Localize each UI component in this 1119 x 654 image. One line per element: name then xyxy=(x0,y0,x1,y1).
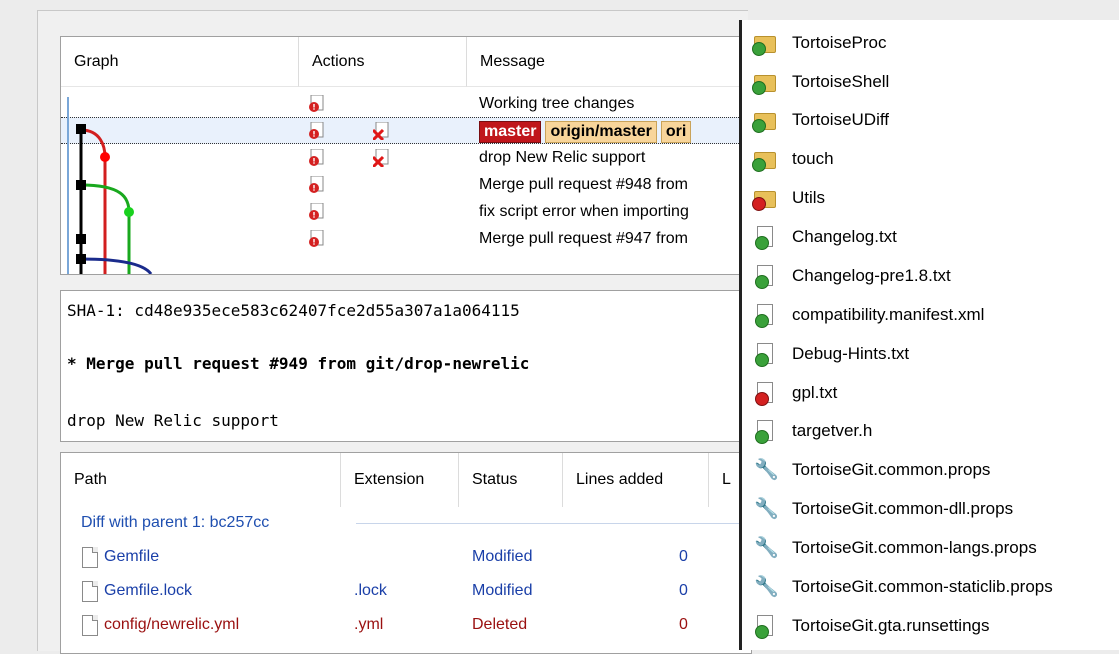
file-ok-icon xyxy=(755,304,773,328)
modified-file-icon xyxy=(309,203,324,220)
file-row[interactable]: Gemfile.lock .lock Modified 0 xyxy=(61,574,751,608)
file-modified-icon xyxy=(755,382,773,406)
file-extension: .lock xyxy=(354,582,387,599)
explorer-item-name: gpl.txt xyxy=(792,383,838,402)
explorer-item-name: TortoiseUDiff xyxy=(792,110,889,129)
explorer-item-name: targetver.h xyxy=(792,421,873,440)
log-message: Merge pull request #948 from xyxy=(479,176,688,193)
file-lines-added: 0 xyxy=(679,582,688,599)
branch-badge-origin-master: origin/master xyxy=(545,121,657,143)
branch-badge-master: master xyxy=(479,121,542,143)
file-path: Gemfile.lock xyxy=(104,582,193,599)
explorer-item-name: TortoiseGit.gta.runsettings xyxy=(792,616,990,635)
wrench-icon: 🔧 xyxy=(754,576,779,598)
changed-files-list[interactable]: Path Extension Status Lines added L Diff… xyxy=(60,452,752,654)
column-header-status[interactable]: Status xyxy=(459,453,563,507)
column-header-path[interactable]: Path xyxy=(61,453,341,507)
commit-sha: SHA-1: cd48e935ece583c62407fce2d55a307a1… xyxy=(67,301,520,320)
commit-body: drop New Relic support xyxy=(67,411,279,430)
file-row[interactable]: Gemfile Modified 0 xyxy=(61,540,751,574)
file-ok-icon xyxy=(755,615,773,639)
file-ok-icon xyxy=(755,343,773,367)
folder-ok-icon xyxy=(752,152,776,172)
file-icon xyxy=(82,547,98,568)
explorer-item-name: TortoiseProc xyxy=(792,33,887,52)
explorer-item-name: Utils xyxy=(792,188,826,207)
file-lines-added: 0 xyxy=(679,548,688,565)
file-path: Gemfile xyxy=(104,548,160,565)
folder-modified-icon xyxy=(752,191,776,211)
modified-file-icon xyxy=(309,176,324,193)
file-extension: .yml xyxy=(354,616,384,633)
wrench-icon: 🔧 xyxy=(754,498,779,520)
ref-badges: master origin/master ori xyxy=(479,118,695,145)
group-divider xyxy=(356,523,751,524)
diff-group-label: Diff with parent 1: bc257cc xyxy=(81,514,270,531)
log-message: Working tree changes xyxy=(479,95,635,112)
explorer-item-name: TortoiseGit.common.props xyxy=(792,460,991,479)
log-list[interactable]: Graph Actions Message Working tree chang… xyxy=(60,36,752,275)
explorer-item-name: compatibility.manifest.xml xyxy=(792,305,985,324)
file-row[interactable]: config/newrelic.yml .yml Deleted 0 xyxy=(61,608,751,642)
explorer-item-name: touch xyxy=(792,149,834,168)
deleted-file-icon xyxy=(373,149,389,167)
diff-group-header[interactable]: Diff with parent 1: bc257cc xyxy=(81,506,269,540)
explorer-item-name: TortoiseGit.common-dll.props xyxy=(792,499,1014,518)
deleted-file-icon xyxy=(373,122,389,140)
explorer-file-list[interactable]: TortoiseProc TortoiseShell TortoiseUDiff… xyxy=(739,20,1119,650)
file-status: Modified xyxy=(472,582,533,599)
folder-ok-icon xyxy=(752,36,776,56)
explorer-item-name: Changelog-pre1.8.txt xyxy=(792,266,951,285)
modified-file-icon xyxy=(309,230,324,247)
column-header-lines-added[interactable]: Lines added xyxy=(563,453,709,507)
modified-file-icon xyxy=(309,122,324,139)
file-ok-icon xyxy=(755,226,773,250)
column-header-message[interactable]: Message xyxy=(467,37,751,87)
file-ok-icon xyxy=(755,265,773,289)
commit-graph xyxy=(67,97,153,274)
explorer-item-name: TortoiseShell xyxy=(792,72,890,91)
explorer-item-name: TortoiseGit.common-staticlib.props xyxy=(792,577,1053,596)
file-status: Deleted xyxy=(472,616,528,633)
column-header-actions[interactable]: Actions xyxy=(299,37,467,87)
log-message: Merge pull request #947 from xyxy=(479,230,688,247)
log-message: fix script error when importing xyxy=(479,203,689,220)
explorer-item-name: Debug-Hints.txt xyxy=(792,344,910,363)
folder-ok-icon xyxy=(752,113,776,133)
file-ok-icon xyxy=(755,420,773,444)
modified-file-icon xyxy=(309,95,324,112)
column-header-extension[interactable]: Extension xyxy=(341,453,459,507)
modified-file-icon xyxy=(309,149,324,166)
branch-badge-ori: ori xyxy=(660,121,692,143)
file-icon xyxy=(82,581,98,602)
commit-message-view[interactable]: SHA-1: cd48e935ece583c62407fce2d55a307a1… xyxy=(60,290,752,442)
file-lines-added: 0 xyxy=(679,616,688,633)
folder-ok-icon xyxy=(752,75,776,95)
file-icon xyxy=(82,615,98,636)
wrench-icon: 🔧 xyxy=(754,459,779,481)
log-message: drop New Relic support xyxy=(479,149,646,166)
explorer-item-name: TortoiseGit.common-langs.props xyxy=(792,538,1037,557)
file-path: config/newrelic.yml xyxy=(104,616,240,633)
file-status: Modified xyxy=(472,548,533,565)
commit-subject: * Merge pull request #949 from git/drop-… xyxy=(67,354,530,373)
explorer-item-name: Changelog.txt xyxy=(792,227,897,246)
wrench-icon: 🔧 xyxy=(754,537,779,559)
